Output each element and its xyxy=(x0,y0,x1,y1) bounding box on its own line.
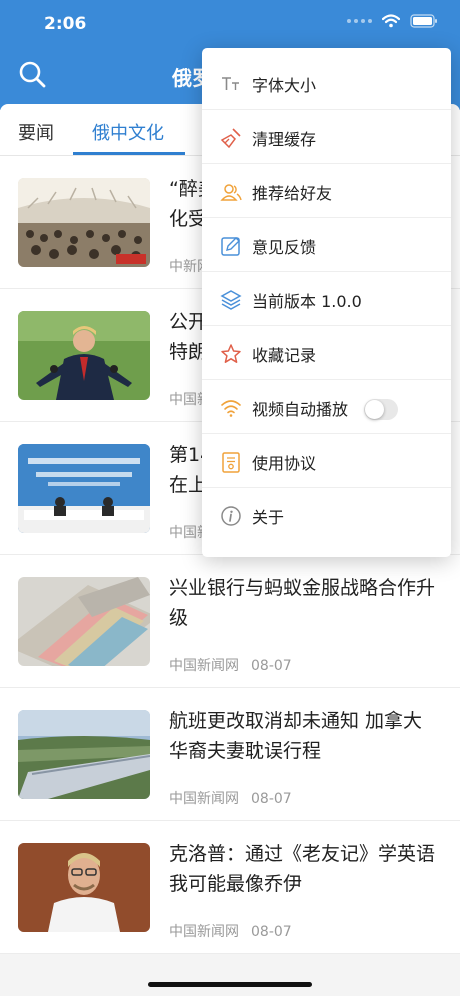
menu-item-font-size[interactable]: 字体大小 xyxy=(202,56,451,110)
menu-label: 关于 xyxy=(252,508,285,527)
tab-active-indicator xyxy=(73,152,185,155)
article-thumbnail xyxy=(18,311,150,400)
users-icon xyxy=(220,184,242,201)
menu-item-autoplay[interactable]: 视频自动播放 xyxy=(202,380,451,434)
menu-item-clear-cache[interactable]: 清理缓存 xyxy=(202,110,451,164)
search-icon[interactable] xyxy=(16,58,50,92)
menu-item-favorites[interactable]: 收藏记录 xyxy=(202,326,451,380)
autoplay-toggle[interactable] xyxy=(364,399,398,420)
tab-russia-china-culture[interactable]: 俄中文化 xyxy=(92,119,164,145)
menu-label: 使用协议 xyxy=(252,454,317,473)
font-size-icon xyxy=(222,77,239,90)
list-item[interactable]: 兴业银行与蚂蚁金服战略合作升级 中国新闻网 08-07 xyxy=(0,555,460,688)
star-icon xyxy=(221,344,241,363)
broom-icon xyxy=(220,128,241,149)
menu-label: 清理缓存 xyxy=(252,130,317,149)
home-indicator[interactable] xyxy=(148,982,312,987)
battery-icon xyxy=(410,14,437,28)
article-date: 08-07 xyxy=(251,791,292,807)
menu-item-version[interactable]: 当前版本 1.0.0 xyxy=(202,272,451,326)
article-title: 克洛普：通过《老友记》学英语 我可能最像乔伊 xyxy=(169,843,436,895)
article-thumbnail xyxy=(18,710,150,799)
article-meta: 中国新闻网 08-07 xyxy=(169,655,292,675)
menu-item-recommend[interactable]: 推荐给好友 xyxy=(202,164,451,218)
article-source: 中国新闻网 xyxy=(169,658,239,674)
menu-item-about[interactable]: 关于 xyxy=(202,488,451,542)
layers-icon xyxy=(220,290,242,310)
list-item[interactable]: 克洛普：通过《老友记》学英语 我可能最像乔伊 中国新闻网 08-07 xyxy=(0,821,460,954)
article-source: 中国新闻网 xyxy=(169,924,239,940)
menu-label: 视频自动播放 xyxy=(252,400,349,419)
article-thumbnail xyxy=(18,178,150,267)
menu-item-terms[interactable]: 使用协议 xyxy=(202,434,451,488)
article-date: 08-07 xyxy=(251,924,292,940)
article-thumbnail xyxy=(18,843,150,932)
status-icons xyxy=(347,14,438,28)
tab-headlines[interactable]: 要闻 xyxy=(18,119,54,145)
list-item[interactable]: 航班更改取消却未通知 加拿大华裔夫妻耽误行程 中国新闻网 08-07 xyxy=(0,688,460,821)
cellular-signal-icon xyxy=(347,19,372,23)
menu-item-feedback[interactable]: 意见反馈 xyxy=(202,218,451,272)
edit-icon xyxy=(221,237,240,256)
article-thumbnail xyxy=(18,444,150,533)
article-title: 航班更改取消却未通知 加拿大华裔夫妻耽误行程 xyxy=(169,710,423,762)
toggle-knob xyxy=(365,400,384,419)
article-thumbnail xyxy=(18,577,150,666)
article-date: 08-07 xyxy=(251,658,292,674)
article-source: 中国新闻网 xyxy=(169,791,239,807)
wifi-status-icon xyxy=(382,14,400,28)
menu-label: 字体大小 xyxy=(252,76,317,95)
status-time: 2:06 xyxy=(44,14,87,34)
menu-label: 意见反馈 xyxy=(252,238,317,257)
wifi-icon xyxy=(221,400,241,417)
menu-label: 推荐给好友 xyxy=(252,184,333,203)
menu-label: 收藏记录 xyxy=(252,346,317,365)
article-meta: 中国新闻网 08-07 xyxy=(169,921,292,941)
info-icon xyxy=(221,506,241,526)
article-title: 兴业银行与蚂蚁金服战略合作升级 xyxy=(169,577,436,629)
settings-dropdown-menu: 字体大小 清理缓存 推荐给好友 意见反馈 当前版本 1.0.0 收藏记录 视频自… xyxy=(202,48,451,557)
document-icon xyxy=(222,452,240,473)
article-meta: 中国新闻网 08-07 xyxy=(169,788,292,808)
menu-label: 当前版本 1.0.0 xyxy=(252,292,362,311)
